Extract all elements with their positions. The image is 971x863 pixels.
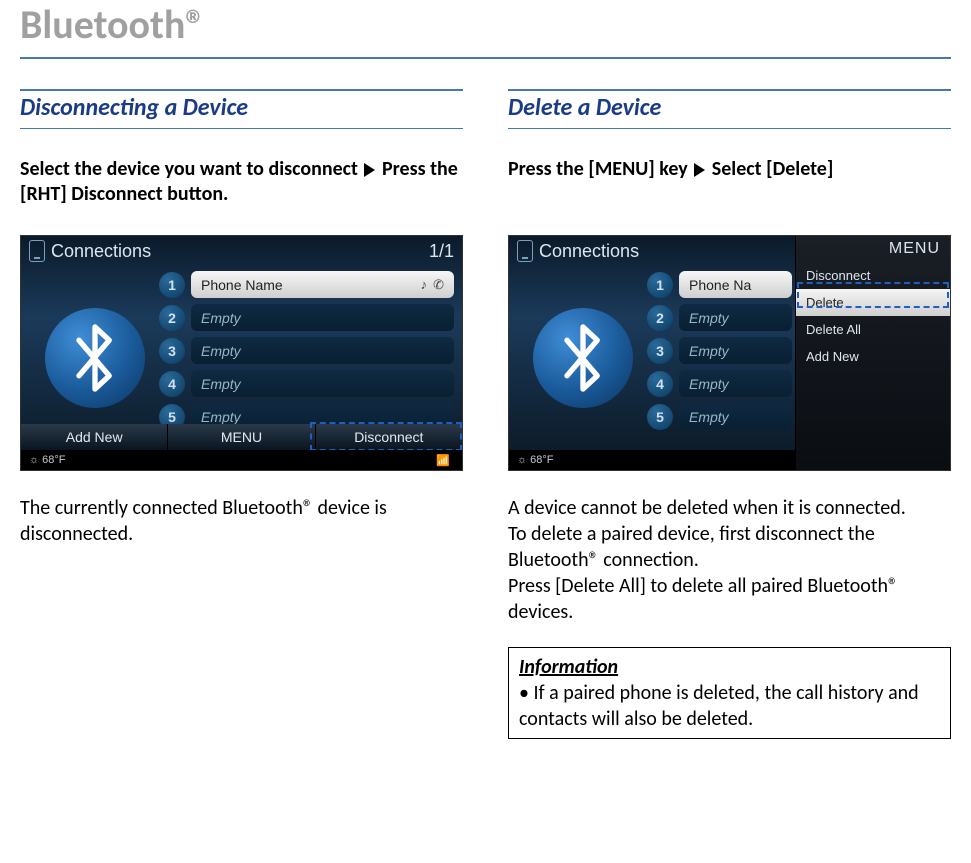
slot-label: Empty <box>201 310 241 326</box>
slot-pill[interactable]: Empty <box>191 337 454 364</box>
body-text-right: A device cannot be deleted when it is co… <box>508 495 951 625</box>
body-text-left: The currently connected Bluetooth® devic… <box>20 495 463 547</box>
bluetooth-logo-icon <box>45 308 145 408</box>
menu-item-delete[interactable]: Delete <box>796 289 950 316</box>
slot-number: 5 <box>647 404 673 430</box>
menu-item-disconnect[interactable]: Disconnect <box>796 262 950 289</box>
slot-label: Phone Na <box>689 277 751 293</box>
section-title-disconnect: Disconnecting a Device <box>20 89 463 129</box>
device-screenshot-right: Connections 1 Phone Na 2 Empty 3 <box>508 235 951 471</box>
device-slot[interactable]: 4 Empty <box>647 369 792 398</box>
slot-pill[interactable]: Empty <box>679 403 792 430</box>
slot-label: Empty <box>201 343 241 359</box>
disconnect-button[interactable]: Disconnect <box>316 424 462 450</box>
slot-label: Empty <box>689 376 729 392</box>
information-box: Information • If a paired phone is delet… <box>508 647 951 739</box>
slot-number: 1 <box>159 272 185 298</box>
device-slot[interactable]: 1 Phone Name ♪ ✆ <box>159 270 454 299</box>
instruction-text-2: Select [Delete] <box>712 157 834 181</box>
slot-number: 2 <box>647 305 673 331</box>
slot-pill[interactable]: Empty <box>191 370 454 397</box>
menu-panel-title: MENU <box>796 236 950 262</box>
device-footer: Add New MENU Disconnect <box>21 424 462 450</box>
instruction-delete: Press the [MENU] key Select [Delete] <box>508 157 951 217</box>
slot-label: Empty <box>201 409 241 425</box>
slot-label: Empty <box>201 376 241 392</box>
slot-pill[interactable]: Empty <box>191 304 454 331</box>
menu-button[interactable]: MENU <box>168 424 315 450</box>
device-slot[interactable]: 2 Empty <box>647 303 792 332</box>
slot-label: Empty <box>689 409 729 425</box>
status-temp: 68°F <box>530 454 553 466</box>
slot-number: 1 <box>647 272 673 298</box>
slot-number: 3 <box>159 338 185 364</box>
columns: Disconnecting a Device Select the device… <box>20 89 951 739</box>
status-temp: 68°F <box>42 454 65 466</box>
device-slot-list: 1 Phone Na 2 Empty 3 Empty 4 Empty <box>647 270 792 431</box>
device-screenshot-left: Connections 1/1 1 Phone Name ♪ ✆ 2 Empty <box>20 235 463 471</box>
menu-item-delete-all[interactable]: Delete All <box>796 316 950 343</box>
slot-label: Empty <box>689 310 729 326</box>
device-slot-list: 1 Phone Name ♪ ✆ 2 Empty 3 Empty 4 Empty <box>159 270 454 431</box>
slot-number: 3 <box>647 338 673 364</box>
instruction-text-1: Select the device you want to disconnect <box>20 157 358 181</box>
device-header-title: Connections <box>51 241 151 262</box>
left-column: Disconnecting a Device Select the device… <box>20 89 463 739</box>
device-slot[interactable]: 5 Empty <box>647 402 792 431</box>
menu-panel: MENU Disconnect Delete Delete All Add Ne… <box>795 236 950 470</box>
device-header: Connections 1/1 <box>29 240 454 262</box>
page-indicator: 1/1 <box>429 241 454 262</box>
slot-pill[interactable]: Empty <box>679 304 792 331</box>
device-header-title: Connections <box>539 241 639 262</box>
info-heading: Information <box>519 654 940 680</box>
bluetooth-logo-icon <box>533 308 633 408</box>
phone-icon <box>517 240 533 262</box>
instruction-text-1: Press the [MENU] key <box>508 157 688 181</box>
slot-pill-selected[interactable]: Phone Name ♪ ✆ <box>191 271 454 298</box>
right-column: Delete a Device Press the [MENU] key Sel… <box>508 89 951 739</box>
handset-icon: ✆ <box>433 277 444 293</box>
device-header: Connections <box>517 240 790 262</box>
info-bullet: • If a paired phone is deleted, the call… <box>519 680 940 732</box>
slot-pill-selected[interactable]: Phone Na <box>679 271 792 298</box>
slot-label: Empty <box>689 343 729 359</box>
slot-label: Phone Name <box>201 277 283 293</box>
menu-item-add-new[interactable]: Add New <box>796 343 950 370</box>
device-slot[interactable]: 2 Empty <box>159 303 454 332</box>
slot-number: 4 <box>159 371 185 397</box>
slot-pill[interactable]: Empty <box>679 337 792 364</box>
slot-pill[interactable]: Empty <box>679 370 792 397</box>
phone-icon <box>29 240 45 262</box>
status-icons: 📶 <box>436 454 454 467</box>
add-new-button[interactable]: Add New <box>21 424 168 450</box>
device-slot[interactable]: 1 Phone Na <box>647 270 792 299</box>
device-slot[interactable]: 3 Empty <box>159 336 454 365</box>
slot-number: 2 <box>159 305 185 331</box>
device-slot[interactable]: 4 Empty <box>159 369 454 398</box>
page-title: Bluetooth® <box>20 0 951 59</box>
triangle-icon <box>364 163 375 177</box>
device-slot[interactable]: 3 Empty <box>647 336 792 365</box>
triangle-icon <box>694 163 705 177</box>
section-title-delete: Delete a Device <box>508 89 951 129</box>
music-note-icon: ♪ <box>421 277 428 293</box>
slot-number: 4 <box>647 371 673 397</box>
instruction-disconnect: Select the device you want to disconnect… <box>20 157 463 217</box>
device-statusbar: ☼ 68°F 📶 <box>21 450 462 470</box>
